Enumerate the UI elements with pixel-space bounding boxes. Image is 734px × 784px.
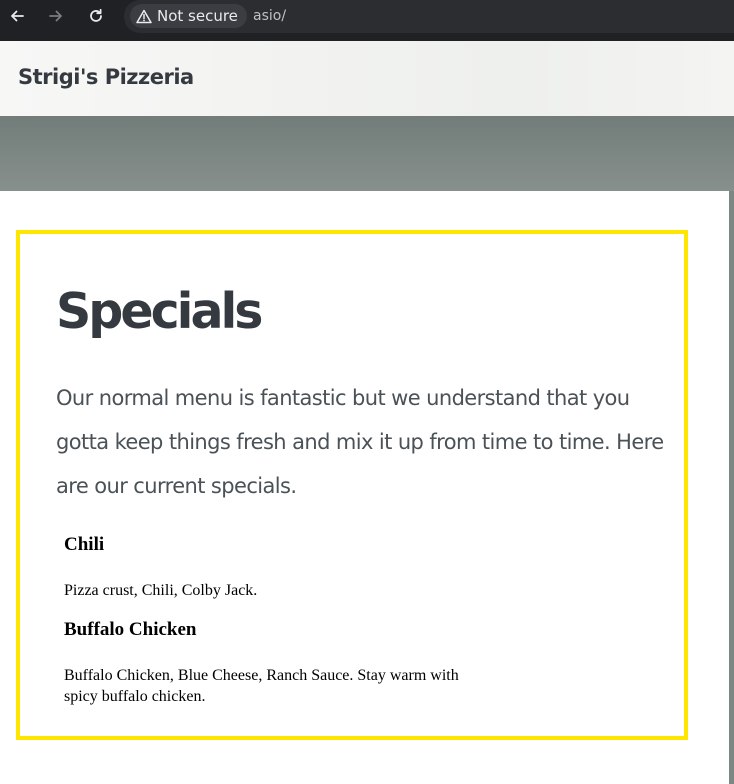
special-item-description: Buffalo Chicken, Blue Cheese, Ranch Sauc… bbox=[64, 667, 459, 705]
background-edge bbox=[729, 191, 734, 784]
brand-name[interactable]: Strigi's Pizzeria bbox=[18, 65, 194, 89]
hero-background bbox=[0, 116, 734, 191]
url-text[interactable]: asio/ bbox=[253, 8, 286, 24]
forward-button[interactable] bbox=[44, 5, 68, 27]
arrow-left-icon bbox=[11, 10, 24, 22]
specials-section: Specials Our normal menu is fantastic bu… bbox=[16, 230, 688, 740]
back-button[interactable] bbox=[5, 5, 29, 27]
special-item-description: Pizza crust, Chili, Colby Jack. bbox=[64, 582, 258, 599]
security-label: Not secure bbox=[157, 7, 238, 25]
arrow-right-icon bbox=[49, 10, 62, 22]
special-item-name: Chili bbox=[64, 534, 105, 555]
security-indicator[interactable]: Not secure bbox=[130, 4, 247, 28]
specials-intro: Our normal menu is fantastic but we unde… bbox=[56, 386, 664, 498]
browser-toolbar: Not secure asio/ bbox=[0, 0, 734, 41]
reload-icon bbox=[90, 8, 102, 22]
reload-button[interactable] bbox=[84, 5, 108, 27]
special-item-name: Buffalo Chicken bbox=[64, 619, 197, 640]
warning-triangle-icon bbox=[136, 9, 152, 23]
specials-title: Specials bbox=[56, 283, 263, 340]
address-bar[interactable]: Not secure asio/ bbox=[124, 0, 734, 33]
site-header: Strigi's Pizzeria bbox=[0, 41, 734, 116]
